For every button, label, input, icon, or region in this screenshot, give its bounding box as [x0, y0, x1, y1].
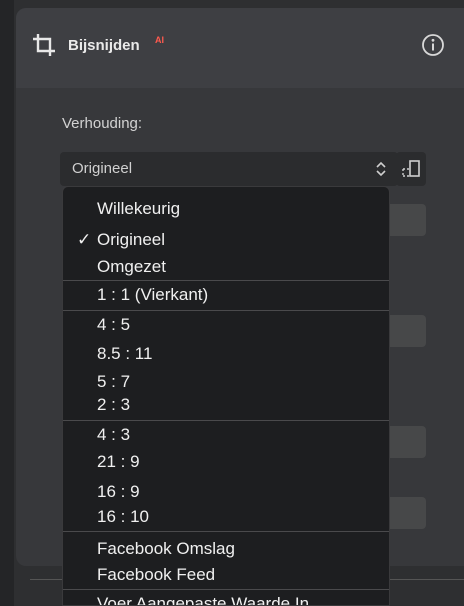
ratio-label: Verhouding: — [62, 115, 143, 132]
panel-header[interactable]: Bijsnijden AI — [16, 8, 464, 88]
swap-orientation-icon — [402, 160, 420, 177]
menu-item-21-9[interactable]: 21 : 9 — [63, 450, 389, 474]
menu-separator — [63, 280, 389, 281]
left-edge-strip — [0, 0, 14, 606]
menu-item-facebook-omslag[interactable]: Facebook Omslag — [63, 537, 389, 561]
menu-separator — [63, 531, 389, 532]
menu-item-origineel[interactable]: ✓ Origineel — [63, 228, 389, 252]
menu-item-label: 4 : 3 — [97, 425, 131, 444]
menu-item-4-5[interactable]: 4 : 5 — [63, 313, 389, 337]
setting-field[interactable] — [385, 204, 426, 236]
chevron-updown-icon — [376, 161, 386, 177]
menu-item-label: 1 : 1 (Vierkant) — [97, 285, 209, 304]
setting-field[interactable] — [385, 426, 426, 458]
crop-icon — [33, 34, 55, 56]
menu-item-1-1[interactable]: 1 : 1 (Vierkant) — [63, 283, 389, 307]
menu-item-omgezet[interactable]: Omgezet — [63, 255, 389, 279]
menu-item-16-10[interactable]: 16 : 10 — [63, 505, 389, 529]
menu-item-label: 2 : 3 — [97, 395, 131, 414]
ratio-dropdown-menu: Willekeurig ✓ Origineel Omgezet 1 : 1 (Vi… — [62, 186, 390, 606]
menu-item-label: 5 : 7 — [97, 372, 131, 391]
setting-field[interactable] — [385, 497, 426, 529]
menu-item-2-3[interactable]: 2 : 3 — [63, 393, 389, 417]
menu-item-willekeurig[interactable]: Willekeurig — [63, 197, 389, 221]
menu-item-4-3[interactable]: 4 : 3 — [63, 423, 389, 447]
menu-item-8-5-11[interactable]: 8.5 : 11 — [63, 342, 389, 366]
menu-item-label: 4 : 5 — [97, 315, 131, 334]
ratio-select[interactable]: Origineel — [60, 152, 398, 186]
menu-item-label: 21 : 9 — [97, 452, 140, 471]
menu-item-label: 16 : 10 — [97, 507, 149, 526]
menu-item-label: Voer Aangepaste Waarde In... — [97, 594, 324, 606]
swap-orientation-button[interactable] — [396, 152, 426, 186]
menu-item-5-7[interactable]: 5 : 7 — [63, 370, 389, 394]
menu-separator — [63, 589, 389, 590]
menu-item-label: Facebook Omslag — [97, 539, 235, 558]
menu-item-label: Willekeurig — [97, 199, 181, 218]
menu-separator — [63, 420, 389, 421]
menu-item-label: 16 : 9 — [97, 482, 140, 501]
menu-item-label: Origineel — [97, 230, 166, 249]
setting-field[interactable] — [385, 315, 426, 347]
menu-item-label: Omgezet — [97, 257, 166, 276]
menu-item-16-9[interactable]: 16 : 9 — [63, 480, 389, 504]
checkmark-icon: ✓ — [77, 230, 92, 249]
menu-item-label: Facebook Feed — [97, 565, 216, 584]
ratio-select-value: Origineel — [72, 160, 133, 177]
menu-item-label: 8.5 : 11 — [97, 344, 153, 363]
panel-title: Bijsnijden — [68, 37, 140, 54]
ai-badge: AI — [155, 35, 164, 45]
info-icon[interactable] — [420, 32, 446, 58]
menu-item-custom-value[interactable]: Voer Aangepaste Waarde In... — [63, 592, 389, 606]
menu-item-facebook-feed[interactable]: Facebook Feed — [63, 563, 389, 587]
menu-separator — [63, 310, 389, 311]
